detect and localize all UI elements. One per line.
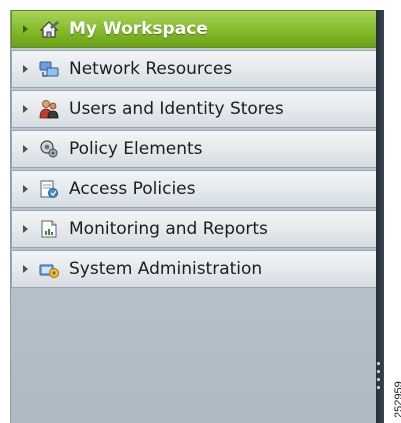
- nav-item-access-policies[interactable]: Access Policies: [11, 170, 377, 208]
- splitter-grip-dot: [377, 362, 380, 365]
- policy-elements-icon: [38, 139, 60, 159]
- expand-arrow-icon[interactable]: [23, 265, 28, 273]
- expand-arrow-icon[interactable]: [23, 185, 28, 193]
- monitoring-reports-icon: [38, 219, 60, 239]
- splitter-grip-dot: [377, 378, 380, 381]
- navigation-menu: My Workspace Network Resources Users and…: [11, 10, 377, 290]
- nav-item-label: Policy Elements: [69, 139, 203, 159]
- network-resources-icon: [38, 59, 60, 79]
- nav-item-label: Access Policies: [69, 179, 196, 199]
- expand-arrow-icon[interactable]: [23, 105, 28, 113]
- navigation-panel: My Workspace Network Resources Users and…: [10, 10, 377, 423]
- splitter-grip-dot: [377, 370, 380, 373]
- nav-item-my-workspace[interactable]: My Workspace: [11, 10, 377, 48]
- nav-item-label: System Administration: [69, 259, 263, 279]
- workspace-icon: [38, 19, 60, 39]
- access-policies-icon: [38, 179, 60, 199]
- nav-item-label: My Workspace: [69, 19, 208, 39]
- expand-arrow-icon[interactable]: [23, 65, 28, 73]
- nav-item-monitoring-and-reports[interactable]: Monitoring and Reports: [11, 210, 377, 248]
- nav-item-label: Network Resources: [69, 59, 233, 79]
- figure-number: 252959: [393, 381, 401, 418]
- users-icon: [38, 99, 60, 119]
- expand-arrow-icon[interactable]: [23, 25, 28, 33]
- expand-arrow-icon[interactable]: [23, 225, 28, 233]
- nav-item-label: Monitoring and Reports: [69, 219, 268, 239]
- nav-item-network-resources[interactable]: Network Resources: [11, 50, 377, 88]
- system-administration-icon: [38, 259, 60, 279]
- nav-item-users-and-identity-stores[interactable]: Users and Identity Stores: [11, 90, 377, 128]
- splitter-grip-dot: [377, 386, 380, 389]
- nav-item-system-administration[interactable]: System Administration: [11, 250, 377, 288]
- nav-item-label: Users and Identity Stores: [69, 99, 284, 119]
- expand-arrow-icon[interactable]: [23, 145, 28, 153]
- screenshot-frame: My Workspace Network Resources Users and…: [0, 0, 401, 423]
- nav-item-policy-elements[interactable]: Policy Elements: [11, 130, 377, 168]
